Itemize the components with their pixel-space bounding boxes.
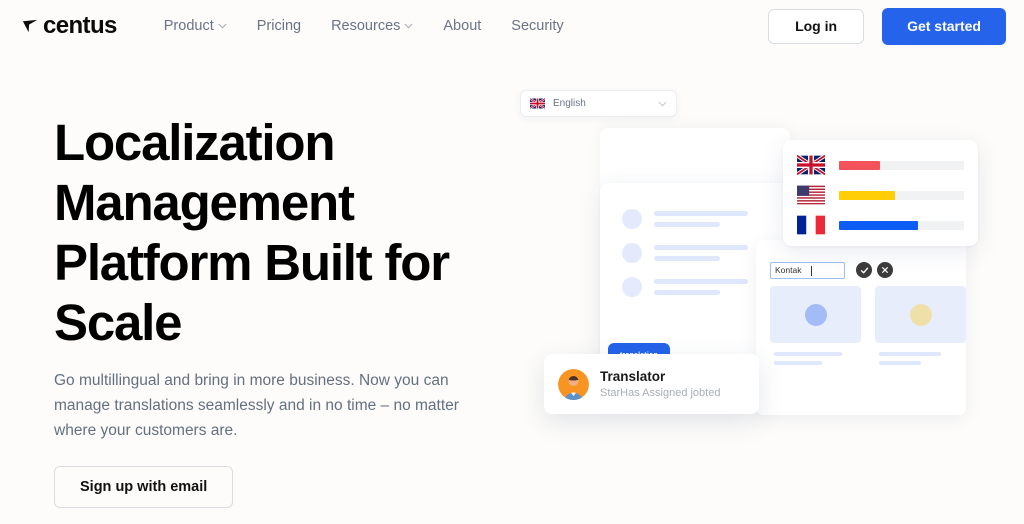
language-dropdown[interactable]: English — [520, 90, 677, 117]
landing-page: centus Product Pricing Resources About S… — [0, 0, 1024, 524]
asset-thumbnail — [770, 286, 861, 343]
skeleton-line — [879, 361, 921, 365]
list-item — [622, 209, 748, 229]
progress-row-uk — [797, 153, 964, 177]
text-placeholder — [654, 279, 748, 295]
text-caret — [811, 265, 813, 276]
signup-with-email-button[interactable]: Sign up with email — [54, 466, 234, 508]
get-started-button[interactable]: Get started — [882, 7, 1006, 45]
asset-thumbnail — [875, 286, 966, 343]
uk-flag-icon — [530, 98, 545, 109]
skeleton-line — [654, 256, 720, 261]
nav-item-resources[interactable]: Resources — [316, 12, 428, 40]
progress-fill — [839, 160, 881, 170]
nav-label: Resources — [331, 18, 401, 34]
uk-flag-icon — [797, 155, 825, 175]
usa-flag-icon — [797, 185, 825, 205]
progress-row-france — [797, 213, 964, 237]
page-title: Localization Management Platform Built f… — [54, 114, 450, 351]
chevron-down-icon — [658, 101, 667, 107]
asset-meta — [770, 343, 861, 365]
login-button[interactable]: Log in — [768, 8, 865, 44]
person-avatar — [558, 368, 589, 400]
nav-item-about[interactable]: About — [428, 12, 496, 40]
skeleton-line — [879, 352, 941, 356]
france-flag-icon — [797, 215, 825, 235]
search-input[interactable]: Kontak — [770, 262, 845, 279]
text-placeholder — [654, 245, 748, 261]
nav-label: Product — [163, 18, 214, 34]
avatar-placeholder — [622, 243, 642, 263]
close-circle-icon[interactable] — [877, 262, 893, 278]
translator-card[interactable]: Translator StarHas Assigned jobted — [544, 354, 759, 414]
progress-track — [839, 160, 964, 170]
skeleton-line — [654, 245, 748, 250]
thumbnail-dot — [909, 303, 932, 326]
main-navigation: Product Pricing Resources About Security — [149, 12, 579, 40]
brand-logo[interactable]: centus — [21, 14, 117, 38]
progress-fill — [839, 190, 896, 200]
skeleton-line — [774, 361, 822, 365]
nav-label: Pricing — [256, 18, 302, 34]
avatar-placeholder — [622, 209, 642, 229]
progress-track — [839, 220, 964, 230]
asset-card[interactable] — [770, 286, 861, 376]
skeleton-line — [654, 211, 748, 216]
translator-subtitle: StarHas Assigned jobted — [600, 386, 721, 399]
chevron-down-icon — [218, 23, 227, 29]
brand-name: centus — [43, 12, 117, 39]
site-header: centus Product Pricing Resources About S… — [0, 0, 1024, 52]
skeleton-line — [654, 290, 720, 295]
cursor-arrow-icon — [21, 17, 40, 36]
language-dropdown-value: English — [553, 98, 586, 109]
text-placeholder — [654, 211, 748, 227]
avatar-placeholder — [622, 277, 642, 297]
list-item — [622, 277, 748, 297]
nav-item-product[interactable]: Product — [149, 12, 242, 40]
check-circle-icon[interactable] — [856, 262, 872, 278]
progress-track — [839, 190, 964, 200]
translator-text: Translator StarHas Assigned jobted — [600, 368, 720, 401]
thumbnail-dot — [804, 303, 827, 326]
nav-label: About — [443, 18, 482, 34]
nav-item-pricing[interactable]: Pricing — [242, 12, 316, 40]
list-item — [622, 243, 748, 263]
hero-illustration: English Kontak Translator StarHas Assign… — [520, 90, 1024, 450]
search-input-value: Kontak — [775, 265, 802, 275]
language-progress-card — [783, 140, 978, 246]
chevron-down-icon — [404, 23, 413, 29]
asset-meta — [875, 343, 966, 365]
nav-label: Security — [511, 18, 564, 34]
translator-title: Translator — [600, 368, 666, 384]
skeleton-line — [774, 352, 842, 356]
nav-item-security[interactable]: Security — [496, 12, 578, 40]
hero-subtitle: Go multillingual and bring in more busin… — [54, 372, 459, 439]
skeleton-line — [654, 222, 720, 227]
progress-row-usa — [797, 183, 964, 207]
asset-card[interactable] — [875, 286, 966, 376]
progress-fill — [839, 220, 918, 230]
dropdown-panel-background — [600, 128, 790, 186]
header-actions: Log in Get started — [768, 0, 1006, 52]
skeleton-line — [654, 279, 748, 284]
